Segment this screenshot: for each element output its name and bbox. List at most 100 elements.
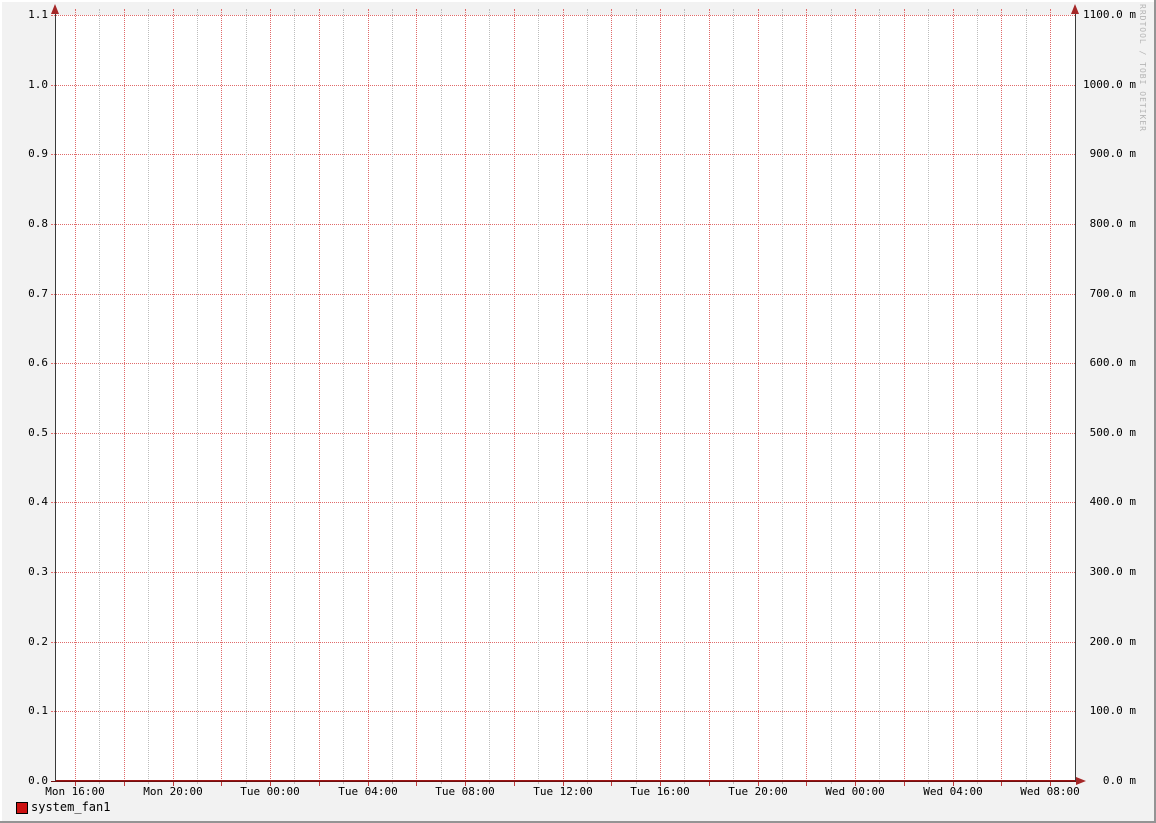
x-grid-line <box>1001 9 1002 781</box>
x-grid-line <box>953 9 954 781</box>
x-tick-mark <box>684 782 685 784</box>
x-grid-line <box>782 9 783 781</box>
y-tick-label-left: 0.3 <box>28 565 48 578</box>
x-tick-mark <box>514 782 515 786</box>
y-tick-label-right: 800.0 m <box>1083 217 1136 230</box>
y-tick-label-left: 0.6 <box>28 356 48 369</box>
x-tick-mark <box>977 782 978 784</box>
rrdtool-graph: 0.0 0.0 m 0.1 100.0 m 0.2 200.0 m 0.3 300.0… <box>0 0 1156 823</box>
y-tick-label-left: 0.5 <box>28 426 48 439</box>
x-grid-line <box>879 9 880 781</box>
x-tick-mark <box>831 782 832 784</box>
x-grid-line <box>124 9 125 781</box>
x-grid-line <box>563 9 564 781</box>
y-tick-label-left: 0.1 <box>28 704 48 717</box>
x-tick-mark <box>392 782 393 784</box>
x-grid-line <box>904 9 905 781</box>
x-grid-line <box>855 9 856 781</box>
x-grid-line <box>611 9 612 781</box>
x-grid-line <box>75 9 76 781</box>
y-tick-label-left: 0.9 <box>28 147 48 160</box>
x-tick-mark <box>538 782 539 784</box>
y-tick-label-right: 600.0 m <box>1083 356 1136 369</box>
x-grid-line <box>270 9 271 781</box>
legend-label: system_fan1 <box>31 800 111 814</box>
y-tick-label-left: 0.7 <box>28 287 48 300</box>
x-tick-mark <box>879 782 880 784</box>
x-grid-line <box>148 9 149 781</box>
y-tick-label-right: 400.0 m <box>1083 495 1136 508</box>
y-tick-label-left: 1.1 <box>28 8 48 21</box>
x-grid-line <box>343 9 344 781</box>
x-tick-mark <box>343 782 344 784</box>
x-tick-mark <box>636 782 637 784</box>
x-grid-line <box>977 9 978 781</box>
x-tick-label: Wed 00:00 <box>825 785 885 798</box>
y-tick-label-right: 500.0 m <box>1083 426 1136 439</box>
x-grid-line <box>465 9 466 781</box>
y-tick-label-left: 0.8 <box>28 217 48 230</box>
x-tick-label: Tue 20:00 <box>728 785 788 798</box>
x-tick-mark <box>246 782 247 784</box>
x-tick-mark <box>489 782 490 784</box>
x-grid-line <box>660 9 661 781</box>
x-tick-mark <box>294 782 295 784</box>
x-grid-line <box>758 9 759 781</box>
x-tick-mark <box>611 782 612 786</box>
x-grid-line <box>831 9 832 781</box>
x-grid-line <box>197 9 198 781</box>
x-tick-mark <box>928 782 929 784</box>
x-grid-line <box>246 9 247 781</box>
y-tick-label-left: 1.0 <box>28 78 48 91</box>
x-tick-label: Mon 20:00 <box>143 785 203 798</box>
x-grid-line <box>684 9 685 781</box>
y-tick-label-right: 1100.0 m <box>1083 8 1136 21</box>
x-grid-line <box>294 9 295 781</box>
y-axis-right <box>1075 7 1076 781</box>
y-tick-label-right: 0.0 m <box>1083 774 1136 787</box>
legend-swatch-system-fan1 <box>16 802 28 814</box>
x-axis-arrow-icon <box>1076 777 1086 785</box>
x-tick-label: Wed 08:00 <box>1020 785 1080 798</box>
y-tick-label-right: 1000.0 m <box>1083 78 1136 91</box>
y-tick-label-right: 700.0 m <box>1083 287 1136 300</box>
x-tick-mark <box>441 782 442 784</box>
x-grid-line <box>806 9 807 781</box>
y-tick-label-right: 900.0 m <box>1083 147 1136 160</box>
x-tick-label: Tue 00:00 <box>240 785 300 798</box>
x-grid-line <box>636 9 637 781</box>
y-axis-right-arrow-icon <box>1071 4 1079 14</box>
x-tick-mark <box>587 782 588 784</box>
series-line-system-fan1 <box>56 780 1075 781</box>
y-tick-label-right: 300.0 m <box>1083 565 1136 578</box>
x-tick-mark <box>148 782 149 784</box>
x-axis <box>51 781 1076 782</box>
x-grid-line <box>392 9 393 781</box>
x-tick-mark <box>709 782 710 786</box>
x-grid-line <box>416 9 417 781</box>
x-grid-line <box>221 9 222 781</box>
x-tick-label: Tue 16:00 <box>630 785 690 798</box>
watermark-text: RRDTOOL / TOBI OETIKER <box>1138 4 1147 132</box>
x-tick-mark <box>416 782 417 786</box>
x-grid-line <box>489 9 490 781</box>
y-tick-label-right: 200.0 m <box>1083 635 1136 648</box>
x-tick-mark <box>124 782 125 786</box>
x-tick-mark <box>319 782 320 786</box>
x-tick-mark <box>1026 782 1027 784</box>
x-grid-line <box>733 9 734 781</box>
x-tick-mark <box>1001 782 1002 786</box>
x-grid-line <box>928 9 929 781</box>
x-tick-mark <box>197 782 198 784</box>
x-grid-line <box>1026 9 1027 781</box>
x-tick-mark <box>221 782 222 786</box>
x-grid-line <box>173 9 174 781</box>
x-tick-mark <box>806 782 807 786</box>
y-tick-label-left: 0.2 <box>28 635 48 648</box>
x-tick-label: Wed 04:00 <box>923 785 983 798</box>
x-tick-mark <box>904 782 905 786</box>
x-grid-line <box>441 9 442 781</box>
x-tick-label: Mon 16:00 <box>45 785 105 798</box>
y-tick-label-left: 0.4 <box>28 495 48 508</box>
x-tick-label: Tue 12:00 <box>533 785 593 798</box>
